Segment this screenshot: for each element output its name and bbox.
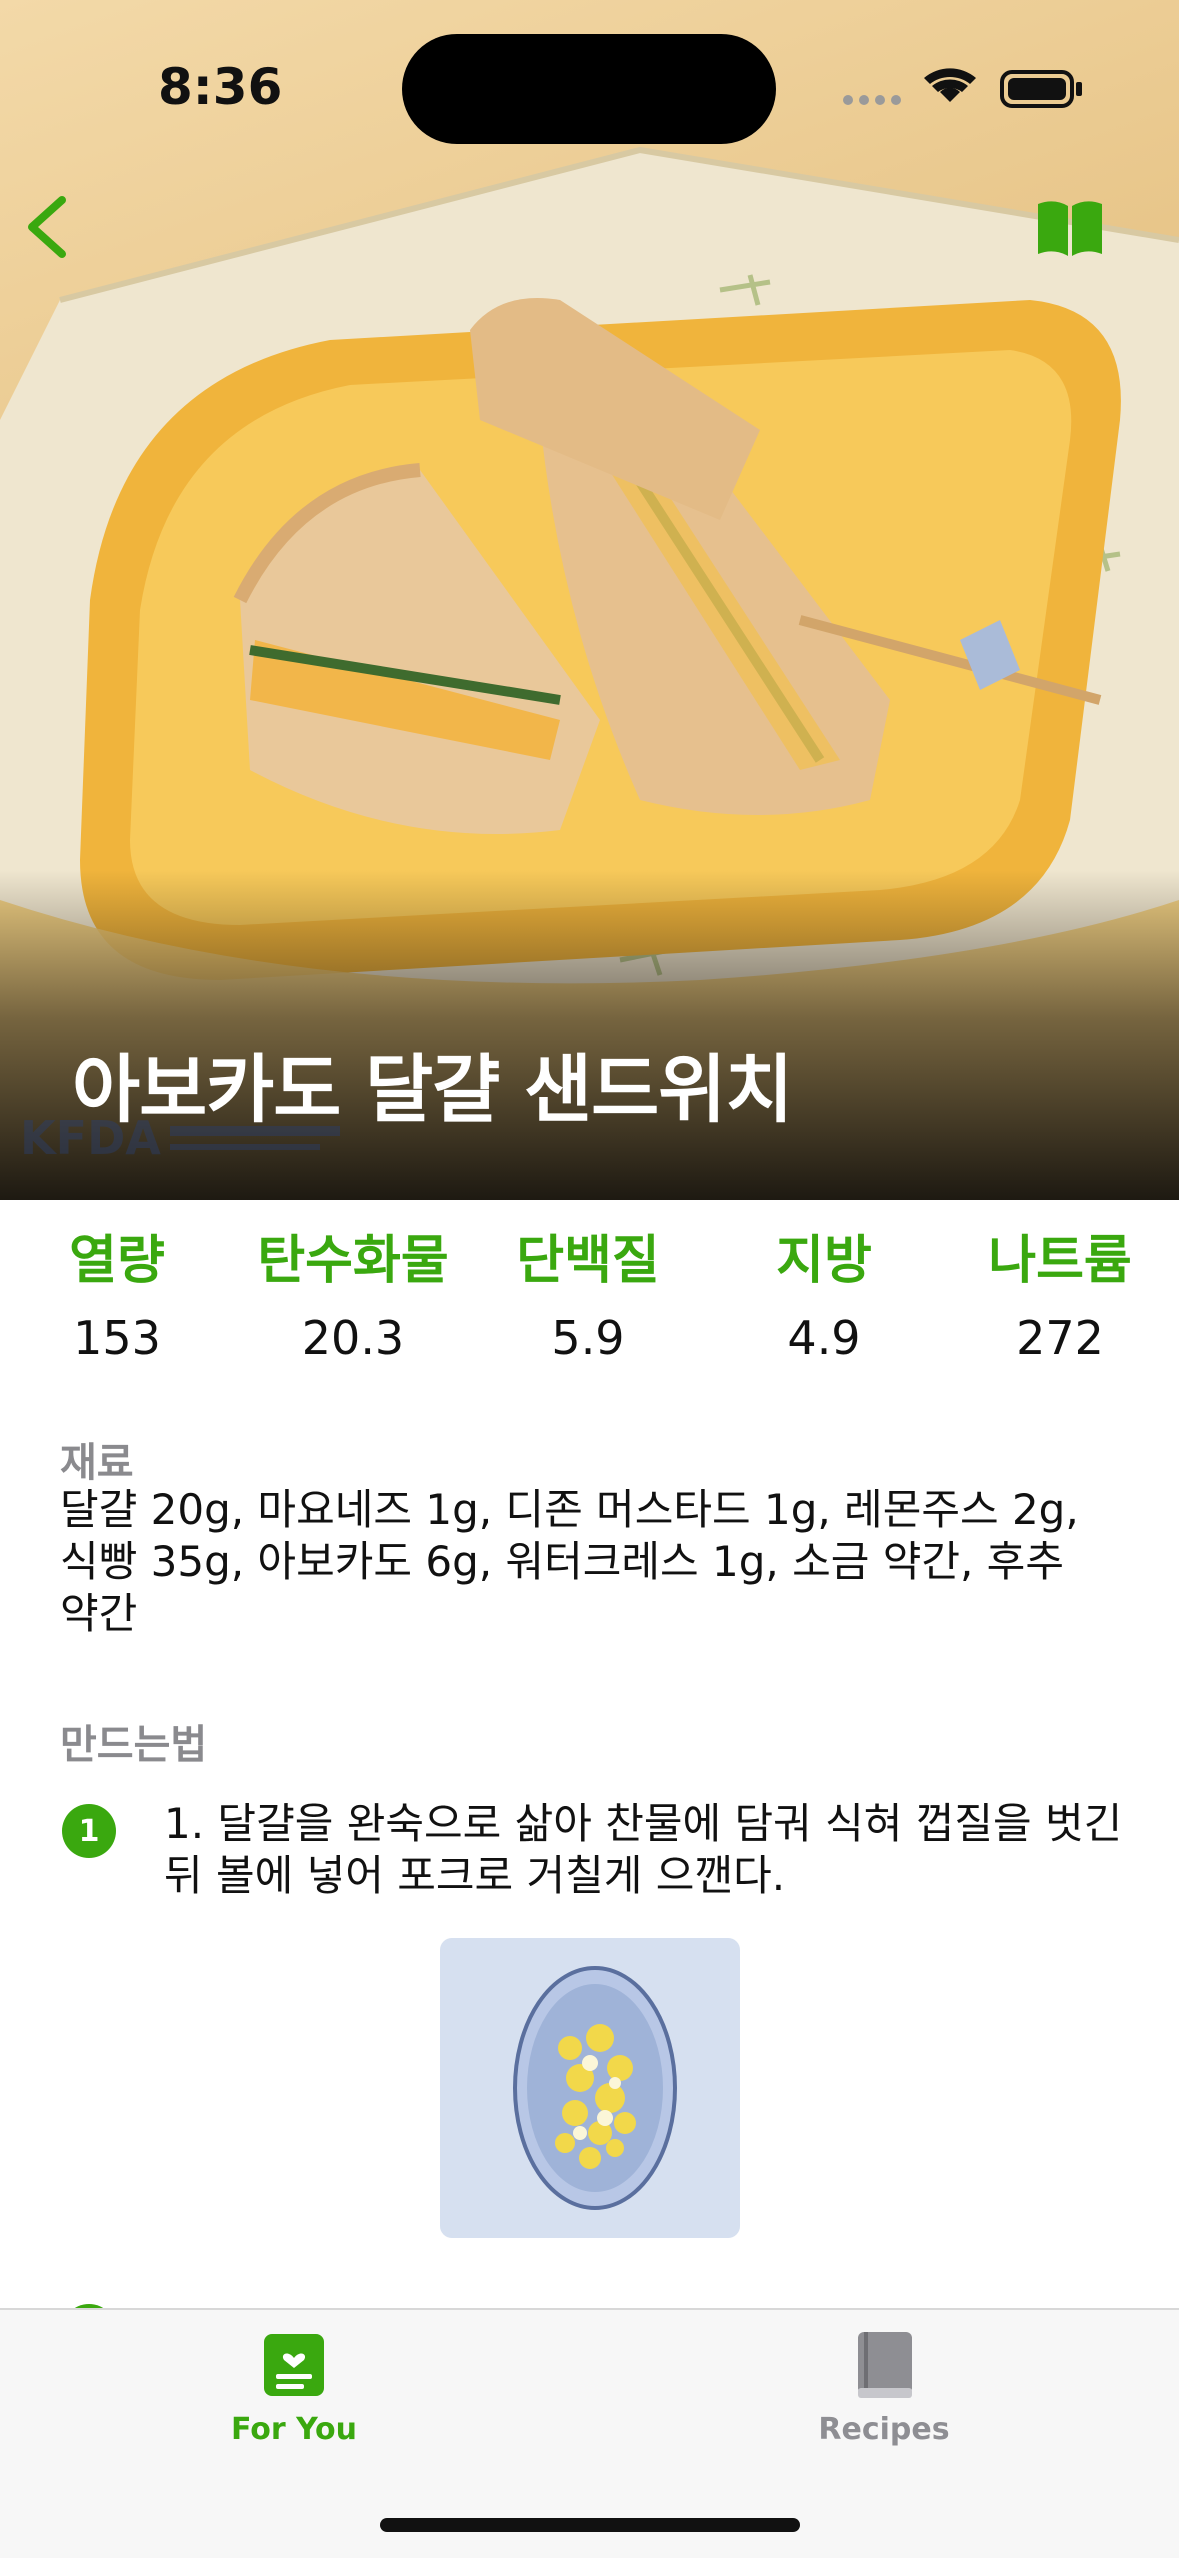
status-icons bbox=[843, 68, 1082, 108]
step-image bbox=[440, 1938, 740, 2238]
nutrition-item: 지방 4.9 bbox=[704, 1222, 944, 1374]
nutrition-label: 열량 bbox=[69, 1231, 165, 1291]
nutrition-item: 단백질 5.9 bbox=[468, 1222, 708, 1374]
cellular-icon bbox=[843, 95, 901, 105]
book-icon bbox=[858, 2332, 912, 2398]
method-heading: 만드는법 bbox=[60, 1722, 208, 1768]
nutrition-value: 153 bbox=[73, 1311, 161, 1365]
nutrition-value: 20.3 bbox=[301, 1311, 405, 1365]
battery-icon bbox=[1000, 70, 1082, 108]
nutrition-label: 지방 bbox=[776, 1231, 872, 1291]
tab-recipes[interactable]: Recipes bbox=[734, 2330, 1034, 2480]
ingredients-heading: 재료 bbox=[60, 1440, 134, 1486]
nutrition-value: 272 bbox=[1016, 1311, 1104, 1365]
hero-image: KFDA 아보카도 달걀 샌드위치 bbox=[0, 0, 1179, 1200]
dynamic-island bbox=[402, 34, 776, 144]
home-indicator bbox=[380, 2518, 800, 2532]
nutrition-value: 4.9 bbox=[787, 1311, 861, 1365]
status-time: 8:36 bbox=[158, 58, 283, 116]
step-text: 1. 달걀을 완숙으로 삶아 찬물에 담궈 식혀 껍질을 벗긴 뒤 볼에 넣어 … bbox=[164, 1799, 1123, 1900]
open-book-icon[interactable] bbox=[1034, 196, 1106, 260]
nutrition-item: 탄수화물 20.3 bbox=[233, 1222, 473, 1374]
ingredients-text: 달걀 20g, 마요네즈 1g, 디존 머스타드 1g, 레몬주스 2g, 식빵… bbox=[60, 1485, 1079, 1638]
nutrition-row: 열량 153 탄수화물 20.3 단백질 5.9 지방 4.9 나트륨 272 bbox=[0, 1222, 1179, 1382]
chevron-left-icon[interactable] bbox=[16, 190, 80, 264]
nutrition-label: 단백질 bbox=[516, 1231, 660, 1291]
nutrition-item: 나트륨 272 bbox=[940, 1222, 1179, 1374]
heart-list-icon bbox=[264, 2334, 324, 2396]
nutrition-value: 5.9 bbox=[551, 1311, 625, 1365]
step-number-badge: 1 bbox=[62, 1804, 116, 1858]
nutrition-label: 탄수화물 bbox=[257, 1231, 449, 1291]
recipe-title: 아보카도 달걀 샌드위치 bbox=[72, 1047, 793, 1133]
tab-label: Recipes bbox=[818, 2412, 950, 2447]
wifi-icon bbox=[924, 68, 976, 102]
tab-for-you[interactable]: For You bbox=[144, 2330, 444, 2480]
nutrition-label: 나트륨 bbox=[988, 1231, 1132, 1291]
tab-label: For You bbox=[230, 2412, 358, 2447]
nutrition-item: 열량 153 bbox=[0, 1222, 237, 1374]
